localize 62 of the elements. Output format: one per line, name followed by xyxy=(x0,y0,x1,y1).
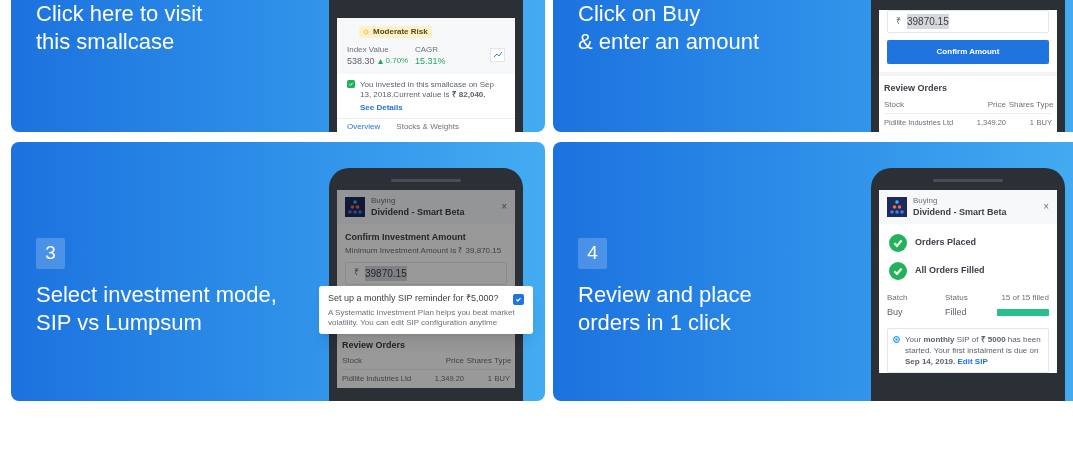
chart-icon xyxy=(493,51,502,58)
column-header: Price xyxy=(444,355,464,367)
close-button[interactable]: × xyxy=(1043,202,1049,212)
sip-notice: Your monthly SIP of ₹ 5000 has been started. Your first instalment is due on Sep 14, 2019. Edit SIP xyxy=(905,333,1042,367)
info-dot-icon xyxy=(893,335,900,343)
header-label: Buying xyxy=(913,196,939,206)
section-title: Review Orders xyxy=(342,338,407,352)
sun-icon xyxy=(363,28,369,35)
column-header: Stock xyxy=(884,98,905,111)
risk-label: Moderate Risk xyxy=(373,25,428,38)
up-triangle-icon xyxy=(377,58,383,64)
tab[interactable]: Stocks & Weights xyxy=(396,121,459,132)
sip-checkbox[interactable] xyxy=(513,294,524,305)
logo-icon xyxy=(345,197,365,217)
amount-value: 39870.15 xyxy=(365,265,407,281)
stat-label: CAGR xyxy=(415,44,440,55)
check-icon xyxy=(347,80,355,88)
step-number: 4 xyxy=(578,238,607,269)
card-title: Click here to visit this smallcase xyxy=(36,0,203,56)
see-details-link[interactable]: See Details xyxy=(360,102,505,114)
header-label: Buying xyxy=(371,196,397,206)
column-header: Type xyxy=(1036,98,1052,111)
stat-change: 0.70% xyxy=(385,55,409,68)
amount-field[interactable]: ₹ 39870.15 xyxy=(887,10,1049,34)
logo-icon xyxy=(887,197,907,217)
stat-value: 15.31% xyxy=(415,54,446,68)
card-title: Review and place orders in 1 click xyxy=(578,281,752,337)
popup-title: Set up a monthly SIP reminder for ₹5,000? xyxy=(328,292,500,304)
card-title: Select investment mode, SIP vs Lumpsum xyxy=(36,281,277,337)
smallcase-name: Dividend - Smart Beta xyxy=(913,206,1008,218)
close-button[interactable]: × xyxy=(501,202,507,212)
currency-symbol: ₹ xyxy=(896,15,901,28)
step-label: Orders Placed xyxy=(915,236,977,250)
card-title: Click on Buy & enter an amount xyxy=(578,0,759,56)
step-label: All Orders Filled xyxy=(915,264,985,278)
chart-button[interactable] xyxy=(490,47,505,62)
tab[interactable]: Overview xyxy=(347,121,381,132)
section-title: Confirm Investment Amount xyxy=(345,231,467,244)
confirm-amount-button[interactable]: Confirm Amount xyxy=(887,40,1049,65)
column-header: Stock xyxy=(342,355,363,367)
column-header: Type xyxy=(494,355,510,367)
column-header: Shares xyxy=(1008,98,1034,111)
section-title: Review Orders xyxy=(884,82,949,96)
column-header: Batch xyxy=(887,292,909,304)
checkmark-icon xyxy=(515,296,522,303)
stat-value: 538.30 xyxy=(347,54,375,68)
table-cell-text: Buy xyxy=(887,306,904,319)
column-header: Shares xyxy=(466,355,492,367)
investment-notice: You invested in this smallcase on Sep 13, 2018.Current value is ₹ 82,040. xyxy=(360,80,495,100)
minimum-amount-hint: Minimum Investment Amount is ₹ 39,870.15 xyxy=(345,244,503,257)
column-header: 15 of 15 filled xyxy=(1000,292,1049,304)
table-cell-text: Filled xyxy=(945,306,968,319)
edit-sip-link[interactable]: Edit SIP xyxy=(957,356,988,366)
step-number: 3 xyxy=(36,238,65,269)
smallcase-name: Dividend - Smart Beta xyxy=(371,206,466,218)
column-header: Status xyxy=(945,292,969,304)
popup-description: A Systematic Investment Plan helps you beat market volatility. You can edit SIP configuration anytime xyxy=(328,308,516,328)
column-header: Price xyxy=(986,98,1006,111)
amount-field[interactable]: ₹ 39870.15 xyxy=(345,261,507,285)
currency-symbol: ₹ xyxy=(354,266,359,280)
amount-value: 39870.15 xyxy=(907,14,949,30)
stat-label: Index Value xyxy=(347,44,390,55)
